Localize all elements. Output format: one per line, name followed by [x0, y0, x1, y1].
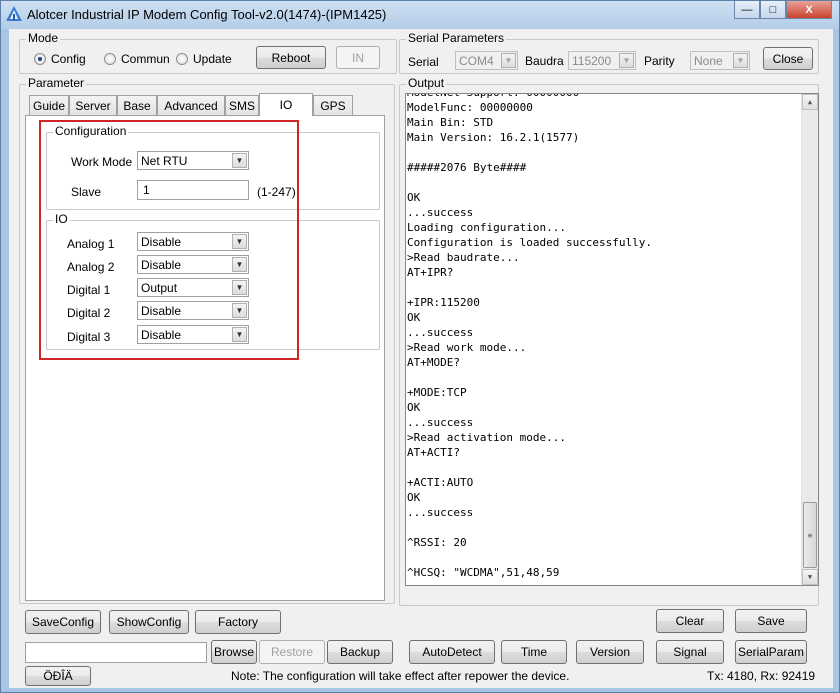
radio-unchecked-icon [176, 53, 188, 65]
tab-guide[interactable]: Guide [29, 95, 69, 115]
restore-button[interactable]: Restore [259, 640, 325, 664]
parity-combo[interactable]: None ▼ [690, 51, 750, 70]
serial-group-label: Serial Parameters [406, 31, 507, 45]
output-group-label: Output [406, 76, 447, 90]
auto-detect-button[interactable]: AutoDetect [409, 640, 495, 664]
show-config-button[interactable]: ShowConfig [109, 610, 189, 634]
tab-server[interactable]: Server [69, 95, 117, 115]
tab-sms[interactable]: SMS [225, 95, 259, 115]
client-area: Mode Config Commun Update Reboot IN Seri… [9, 29, 833, 688]
reboot-button[interactable]: Reboot [256, 46, 326, 69]
output-scrollbar[interactable]: ▲ ≡ ▼ [801, 94, 818, 585]
chevron-down-icon: ▼ [501, 53, 516, 68]
clear-button[interactable]: Clear [656, 609, 724, 633]
mode-config-radio[interactable]: Config [34, 52, 86, 66]
tab-base[interactable]: Base [117, 95, 157, 115]
minimize-button[interactable]: — [734, 1, 760, 19]
baudrate-label: Baudra [525, 54, 564, 68]
serial-port-value: COM4 [459, 53, 494, 68]
tab-gps[interactable]: GPS [313, 95, 353, 115]
baudrate-combo[interactable]: 115200 ▼ [568, 51, 636, 70]
tab-io[interactable]: IO [259, 93, 313, 116]
highlight-annotation-box [39, 120, 299, 360]
chevron-down-icon: ▼ [619, 53, 634, 68]
language-button[interactable]: ÖÐÎÄ [25, 666, 91, 686]
mode-update-label: Update [193, 52, 232, 66]
output-text: ModelNet Support: 00000000 ModelFunc: 00… [407, 94, 653, 579]
app-window: Alotcer Industrial IP Modem Config Tool-… [0, 0, 840, 693]
baudrate-value: 115200 [572, 53, 612, 68]
signal-button[interactable]: Signal [656, 640, 724, 664]
status-note: Note: The configuration will take effect… [231, 669, 570, 683]
app-logo-icon [6, 6, 22, 21]
scroll-up-icon[interactable]: ▲ [802, 94, 818, 110]
scroll-down-icon[interactable]: ▼ [802, 569, 818, 585]
mode-group: Mode Config Commun Update Reboot IN [19, 31, 397, 74]
parity-value: None [694, 53, 723, 68]
backup-button[interactable]: Backup [327, 640, 393, 664]
scroll-thumb[interactable]: ≡ [803, 502, 817, 568]
factory-button[interactable]: Factory [195, 610, 281, 634]
serial-parameters-group: Serial Parameters Serial COM4 ▼ Baudra 1… [399, 31, 819, 74]
browse-button[interactable]: Browse [211, 640, 257, 664]
time-button[interactable]: Time [501, 640, 567, 664]
tx-rx-counter: Tx: 4180, Rx: 92419 [707, 669, 816, 683]
serial-label: Serial [408, 55, 439, 69]
window-close-button[interactable]: X [786, 1, 832, 19]
chevron-down-icon: ▼ [733, 53, 748, 68]
window-title: Alotcer Industrial IP Modem Config Tool-… [27, 7, 387, 22]
output-console[interactable]: ModelNet Support: 00000000 ModelFunc: 00… [405, 93, 819, 586]
serial-close-button[interactable]: Close [763, 47, 813, 70]
mode-commun-radio[interactable]: Commun [104, 52, 170, 66]
mode-update-radio[interactable]: Update [176, 52, 232, 66]
serial-port-combo[interactable]: COM4 ▼ [455, 51, 518, 70]
maximize-button[interactable]: □ [760, 1, 786, 19]
mode-config-label: Config [51, 52, 86, 66]
version-button[interactable]: Version [576, 640, 644, 664]
tab-advanced[interactable]: Advanced [157, 95, 225, 115]
parameter-group-label: Parameter [26, 76, 87, 90]
mode-group-label: Mode [26, 31, 61, 45]
file-path-input[interactable] [25, 642, 207, 663]
save-output-button[interactable]: Save [735, 609, 807, 633]
mode-commun-label: Commun [121, 52, 170, 66]
in-button[interactable]: IN [336, 46, 380, 69]
parity-label: Parity [644, 54, 675, 68]
radio-unchecked-icon [104, 53, 116, 65]
save-config-button[interactable]: SaveConfig [25, 610, 101, 634]
serial-param-button[interactable]: SerialParam [735, 640, 807, 664]
radio-checked-icon [34, 53, 46, 65]
title-bar[interactable]: Alotcer Industrial IP Modem Config Tool-… [1, 1, 839, 29]
